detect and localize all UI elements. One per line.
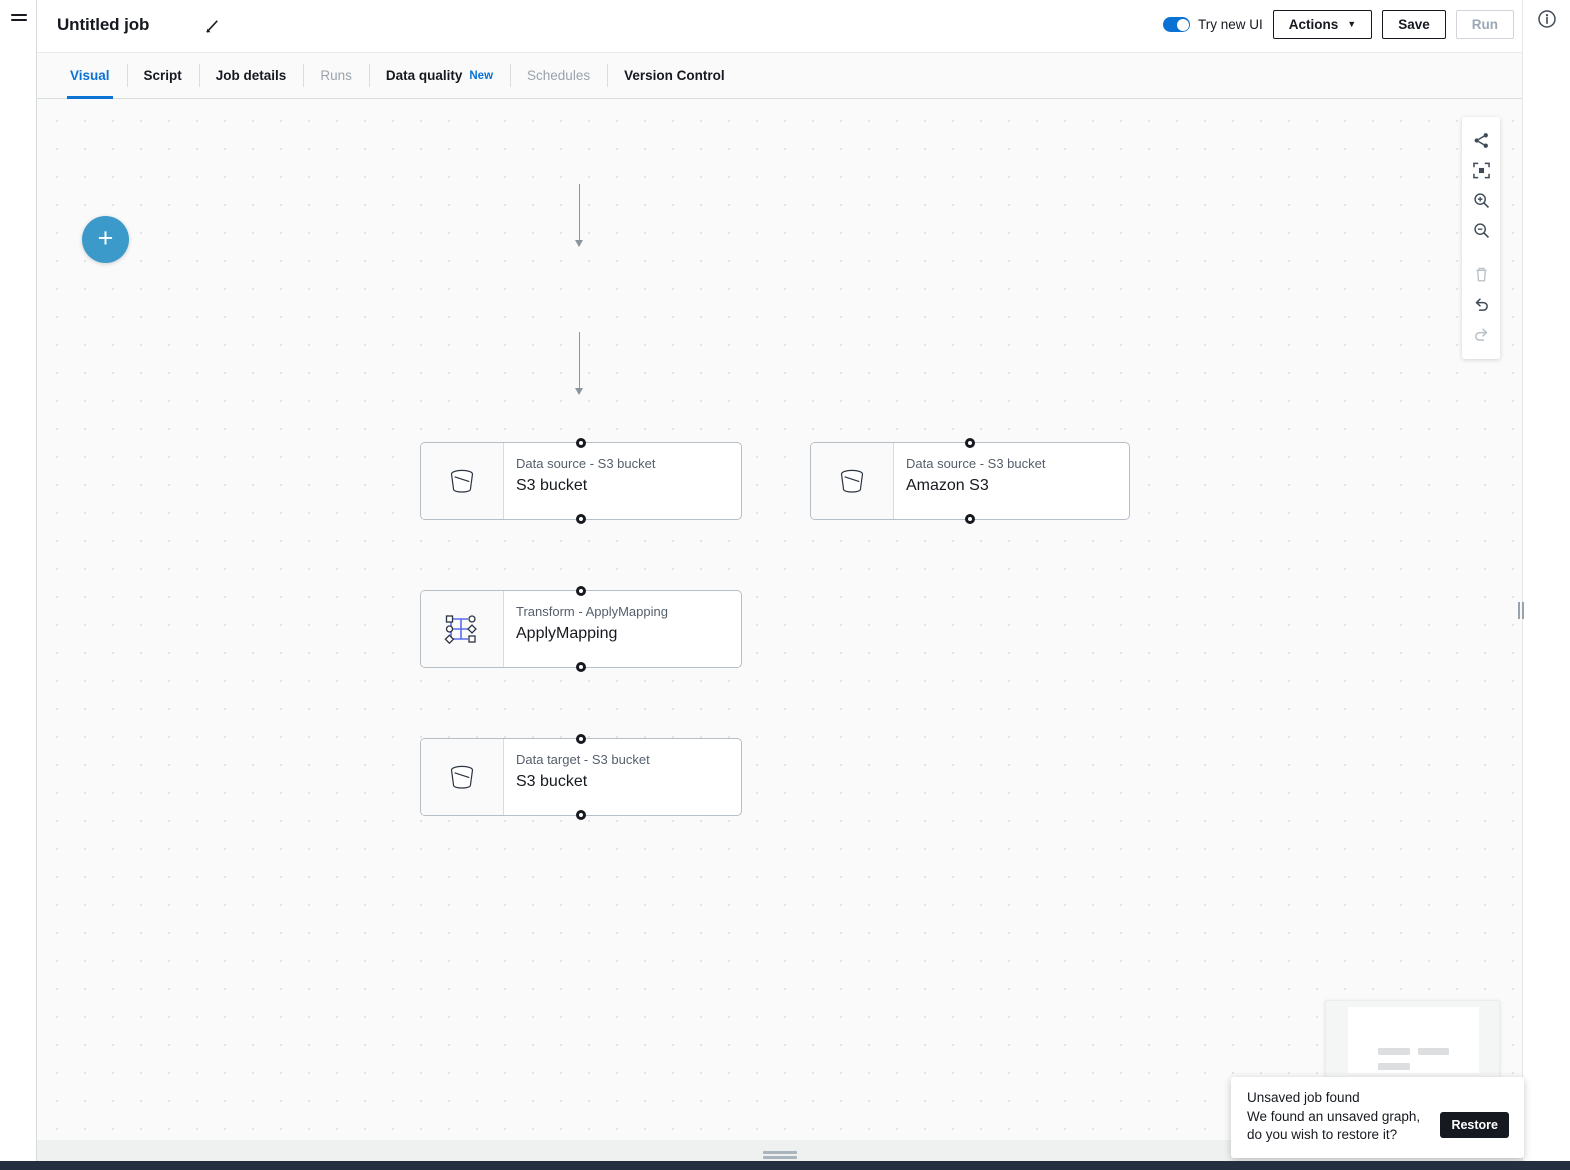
page-title: Untitled job xyxy=(57,15,149,35)
grip-bar xyxy=(763,1151,797,1154)
canvas-dot-grid xyxy=(37,99,1522,1140)
node-subtitle: Data target - S3 bucket xyxy=(516,752,741,768)
tab-label: Visual xyxy=(70,68,110,83)
tab-schedules: Schedules xyxy=(510,53,607,98)
redo-icon xyxy=(1462,319,1500,349)
hamburger-menu-icon[interactable] xyxy=(11,14,27,27)
graph-minimap[interactable] xyxy=(1325,1000,1500,1078)
toast-body: Unsaved job found We found an unsaved gr… xyxy=(1247,1090,1430,1144)
actions-button-label: Actions xyxy=(1289,17,1339,32)
node-handle-top[interactable] xyxy=(576,438,586,448)
node-text: Data source - S3 bucket S3 bucket xyxy=(504,443,741,519)
unsaved-job-toast: Unsaved job found We found an unsaved gr… xyxy=(1231,1077,1524,1158)
tab-version-control[interactable]: Version Control xyxy=(607,53,742,98)
node-handle-top[interactable] xyxy=(576,586,586,596)
minimap-node xyxy=(1378,1063,1410,1070)
node-subtitle: Transform - ApplyMapping xyxy=(516,604,741,620)
fit-to-screen-icon[interactable] xyxy=(1462,155,1500,185)
minimap-node xyxy=(1418,1048,1449,1055)
edge-applymapping-to-target xyxy=(579,332,580,394)
right-rail xyxy=(1522,0,1570,1170)
apply-mapping-icon xyxy=(421,591,504,667)
pencil-icon[interactable] xyxy=(203,17,222,36)
zoom-out-icon[interactable] xyxy=(1462,215,1500,245)
info-circle-icon[interactable] xyxy=(1537,9,1557,29)
panel-resize-handle-vertical[interactable] xyxy=(1516,600,1526,620)
actions-button[interactable]: Actions ▼ xyxy=(1273,10,1372,39)
toast-message: We found an unsaved graph, do you wish t… xyxy=(1247,1108,1430,1144)
tab-label: Data quality xyxy=(386,68,463,83)
node-handle-bottom[interactable] xyxy=(576,662,586,672)
toggle-label: Try new UI xyxy=(1198,17,1263,32)
node-transform-applymapping[interactable]: Transform - ApplyMapping ApplyMapping xyxy=(420,590,742,668)
run-button: Run xyxy=(1456,10,1514,39)
minimap-viewport xyxy=(1348,1007,1479,1073)
panel-resize-handle-horizontal[interactable] xyxy=(763,1151,797,1160)
tab-job-details[interactable]: Job details xyxy=(199,53,304,98)
node-data-target-s3-bucket[interactable]: Data target - S3 bucket S3 bucket xyxy=(420,738,742,816)
node-text: Data target - S3 bucket S3 bucket xyxy=(504,739,741,815)
node-title: Amazon S3 xyxy=(906,476,1129,496)
page-header: Untitled job Try new UI Actions ▼ Save R… xyxy=(37,0,1522,53)
node-subtitle: Data source - S3 bucket xyxy=(516,456,741,472)
tab-runs: Runs xyxy=(303,53,369,98)
grip-bar xyxy=(1518,602,1520,619)
node-data-source-s3-bucket[interactable]: Data source - S3 bucket S3 bucket xyxy=(420,442,742,520)
tab-label: Schedules xyxy=(527,68,590,83)
node-subtitle: Data source - S3 bucket xyxy=(906,456,1129,472)
header-actions: Try new UI Actions ▼ Save Run xyxy=(1163,10,1514,39)
restore-button[interactable]: Restore xyxy=(1440,1112,1509,1138)
graph-canvas[interactable]: Data source - S3 bucket S3 bucket Data s… xyxy=(37,99,1522,1140)
left-rail xyxy=(0,0,37,1170)
tab-label: Script xyxy=(144,68,182,83)
s3-bucket-icon xyxy=(811,443,894,519)
node-data-source-amazon-s3[interactable]: Data source - S3 bucket Amazon S3 xyxy=(810,442,1130,520)
node-handle-bottom[interactable] xyxy=(576,514,586,524)
hamburger-bar xyxy=(11,19,27,21)
node-title: S3 bucket xyxy=(516,476,741,496)
edge-src1-to-applymapping xyxy=(579,184,580,246)
main-column: Untitled job Try new UI Actions ▼ Save R… xyxy=(37,0,1522,1170)
canvas-toolbar xyxy=(1462,117,1500,359)
try-new-ui-toggle[interactable]: Try new UI xyxy=(1163,17,1263,32)
tab-script[interactable]: Script xyxy=(127,53,199,98)
tab-bar: Visual Script Job details Runs Data qual… xyxy=(37,53,1522,99)
node-text: Transform - ApplyMapping ApplyMapping xyxy=(504,591,741,667)
zoom-in-icon[interactable] xyxy=(1462,185,1500,215)
trash-icon xyxy=(1462,259,1500,289)
save-button[interactable]: Save xyxy=(1382,10,1446,39)
node-handle-bottom[interactable] xyxy=(576,810,586,820)
tab-visual[interactable]: Visual xyxy=(53,53,127,98)
toggle-switch[interactable] xyxy=(1163,17,1190,32)
grip-bar xyxy=(763,1156,797,1159)
share-nodes-icon[interactable] xyxy=(1462,125,1500,155)
node-handle-bottom[interactable] xyxy=(965,514,975,524)
grip-bar xyxy=(1522,602,1524,619)
page-footer-bar xyxy=(0,1161,1570,1170)
node-handle-top[interactable] xyxy=(576,734,586,744)
tab-label: Runs xyxy=(320,68,352,83)
node-handle-top[interactable] xyxy=(965,438,975,448)
node-title: ApplyMapping xyxy=(516,624,741,644)
add-node-button[interactable]: + xyxy=(82,216,129,263)
hamburger-bar xyxy=(11,14,27,16)
s3-bucket-icon xyxy=(421,739,504,815)
new-badge: New xyxy=(469,70,493,82)
tab-data-quality[interactable]: Data quality New xyxy=(369,53,510,98)
node-title: S3 bucket xyxy=(516,772,741,792)
tab-label: Version Control xyxy=(624,68,725,83)
minimap-node xyxy=(1378,1048,1410,1055)
glue-studio-visual-editor: Untitled job Try new UI Actions ▼ Save R… xyxy=(0,0,1570,1170)
chevron-down-icon: ▼ xyxy=(1347,20,1356,29)
toast-title: Unsaved job found xyxy=(1247,1090,1430,1105)
undo-icon[interactable] xyxy=(1462,289,1500,319)
s3-bucket-icon xyxy=(421,443,504,519)
node-text: Data source - S3 bucket Amazon S3 xyxy=(894,443,1129,519)
plus-icon: + xyxy=(98,225,114,252)
tab-label: Job details xyxy=(216,68,287,83)
